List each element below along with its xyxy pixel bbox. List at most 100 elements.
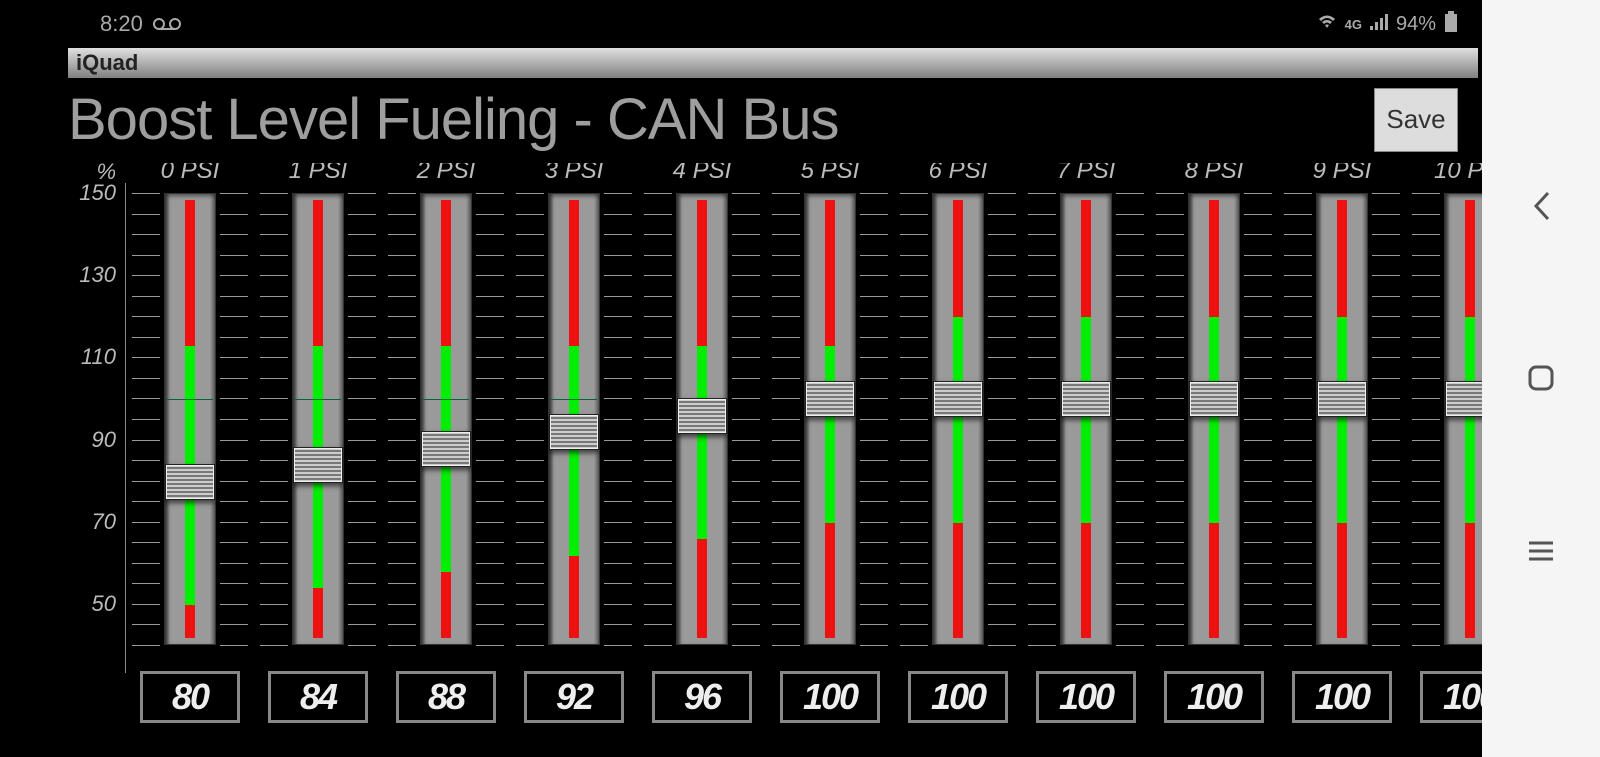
tick bbox=[644, 460, 672, 461]
slider-value[interactable]: 100 bbox=[780, 671, 880, 723]
tick bbox=[1028, 419, 1056, 420]
tick bbox=[516, 255, 544, 256]
slider-value[interactable]: 100 bbox=[1420, 671, 1482, 723]
tick bbox=[644, 501, 672, 502]
tick bbox=[1244, 296, 1272, 297]
tick bbox=[604, 275, 632, 276]
slider-value[interactable]: 100 bbox=[1164, 671, 1264, 723]
slider-track[interactable] bbox=[164, 193, 216, 645]
tick bbox=[772, 522, 800, 523]
tick bbox=[516, 583, 544, 584]
slider-track[interactable] bbox=[1444, 193, 1482, 645]
slider-track[interactable] bbox=[1316, 193, 1368, 645]
slider-thumb[interactable] bbox=[805, 381, 855, 417]
tick bbox=[988, 542, 1016, 543]
tick bbox=[1412, 522, 1440, 523]
slider-label: 10 PSI bbox=[1406, 163, 1482, 185]
slider-value[interactable]: 100 bbox=[1292, 671, 1392, 723]
tick bbox=[220, 645, 248, 646]
tick bbox=[900, 337, 928, 338]
tick bbox=[1412, 234, 1440, 235]
tick bbox=[220, 419, 248, 420]
tick bbox=[1412, 296, 1440, 297]
tick bbox=[1156, 296, 1184, 297]
tick bbox=[1412, 193, 1440, 194]
tick bbox=[388, 604, 416, 605]
tick bbox=[732, 316, 760, 317]
tick bbox=[772, 645, 800, 646]
slider-track[interactable] bbox=[804, 193, 856, 645]
y-tick-label: 150 bbox=[79, 180, 116, 206]
save-button[interactable]: Save bbox=[1374, 88, 1458, 152]
slider-thumb[interactable] bbox=[165, 464, 215, 500]
slider-value[interactable]: 92 bbox=[524, 671, 624, 723]
slider-thumb[interactable] bbox=[933, 381, 983, 417]
tick bbox=[516, 440, 544, 441]
slider-track[interactable] bbox=[1188, 193, 1240, 645]
tick bbox=[1116, 440, 1144, 441]
slider-thumb[interactable] bbox=[1445, 381, 1482, 417]
tick bbox=[348, 193, 376, 194]
tick bbox=[260, 645, 288, 646]
tick bbox=[1412, 337, 1440, 338]
tick bbox=[516, 214, 544, 215]
tick bbox=[1284, 357, 1312, 358]
tick bbox=[1372, 193, 1400, 194]
tick bbox=[900, 624, 928, 625]
tick bbox=[348, 583, 376, 584]
tick bbox=[476, 214, 504, 215]
tick bbox=[516, 398, 544, 399]
slider-track[interactable] bbox=[420, 193, 472, 645]
tick bbox=[476, 481, 504, 482]
tick bbox=[260, 522, 288, 523]
tick bbox=[516, 337, 544, 338]
tick bbox=[644, 645, 672, 646]
slider-value[interactable]: 84 bbox=[268, 671, 368, 723]
tick bbox=[1156, 583, 1184, 584]
slider-value[interactable]: 80 bbox=[140, 671, 240, 723]
tick bbox=[1372, 419, 1400, 420]
tick bbox=[516, 604, 544, 605]
slider-thumb[interactable] bbox=[1061, 381, 1111, 417]
tick bbox=[900, 645, 928, 646]
tick bbox=[132, 296, 160, 297]
tick bbox=[988, 275, 1016, 276]
slider-thumb[interactable] bbox=[1189, 381, 1239, 417]
slider-track[interactable] bbox=[676, 193, 728, 645]
tick bbox=[476, 522, 504, 523]
tick bbox=[732, 583, 760, 584]
slider-value[interactable]: 100 bbox=[1036, 671, 1136, 723]
tick bbox=[220, 604, 248, 605]
menu-icon[interactable] bbox=[1521, 531, 1561, 571]
tick bbox=[1156, 357, 1184, 358]
slider-thumb[interactable] bbox=[549, 414, 599, 450]
slider-track[interactable] bbox=[548, 193, 600, 645]
tick bbox=[1156, 275, 1184, 276]
app-switch-icon[interactable] bbox=[1521, 358, 1561, 398]
slider-5-psi: 5 PSI100 bbox=[766, 163, 894, 723]
tick bbox=[1028, 316, 1056, 317]
tick bbox=[388, 522, 416, 523]
tick bbox=[1116, 214, 1144, 215]
slider-thumb[interactable] bbox=[1317, 381, 1367, 417]
slider-value[interactable]: 100 bbox=[908, 671, 1008, 723]
tick bbox=[772, 357, 800, 358]
slider-track[interactable] bbox=[932, 193, 984, 645]
slider-thumb[interactable] bbox=[421, 431, 471, 467]
tick bbox=[220, 481, 248, 482]
tick bbox=[260, 214, 288, 215]
slider-thumb[interactable] bbox=[677, 398, 727, 434]
tick bbox=[988, 501, 1016, 502]
slider-value[interactable]: 96 bbox=[652, 671, 752, 723]
slider-thumb[interactable] bbox=[293, 447, 343, 483]
tick bbox=[132, 193, 160, 194]
tick bbox=[1028, 378, 1056, 379]
slider-track[interactable] bbox=[292, 193, 344, 645]
slider-track[interactable] bbox=[1060, 193, 1112, 645]
tick bbox=[1116, 255, 1144, 256]
tick bbox=[1156, 563, 1184, 564]
tick bbox=[900, 501, 928, 502]
tick bbox=[260, 481, 288, 482]
slider-value[interactable]: 88 bbox=[396, 671, 496, 723]
back-icon[interactable] bbox=[1521, 186, 1561, 226]
